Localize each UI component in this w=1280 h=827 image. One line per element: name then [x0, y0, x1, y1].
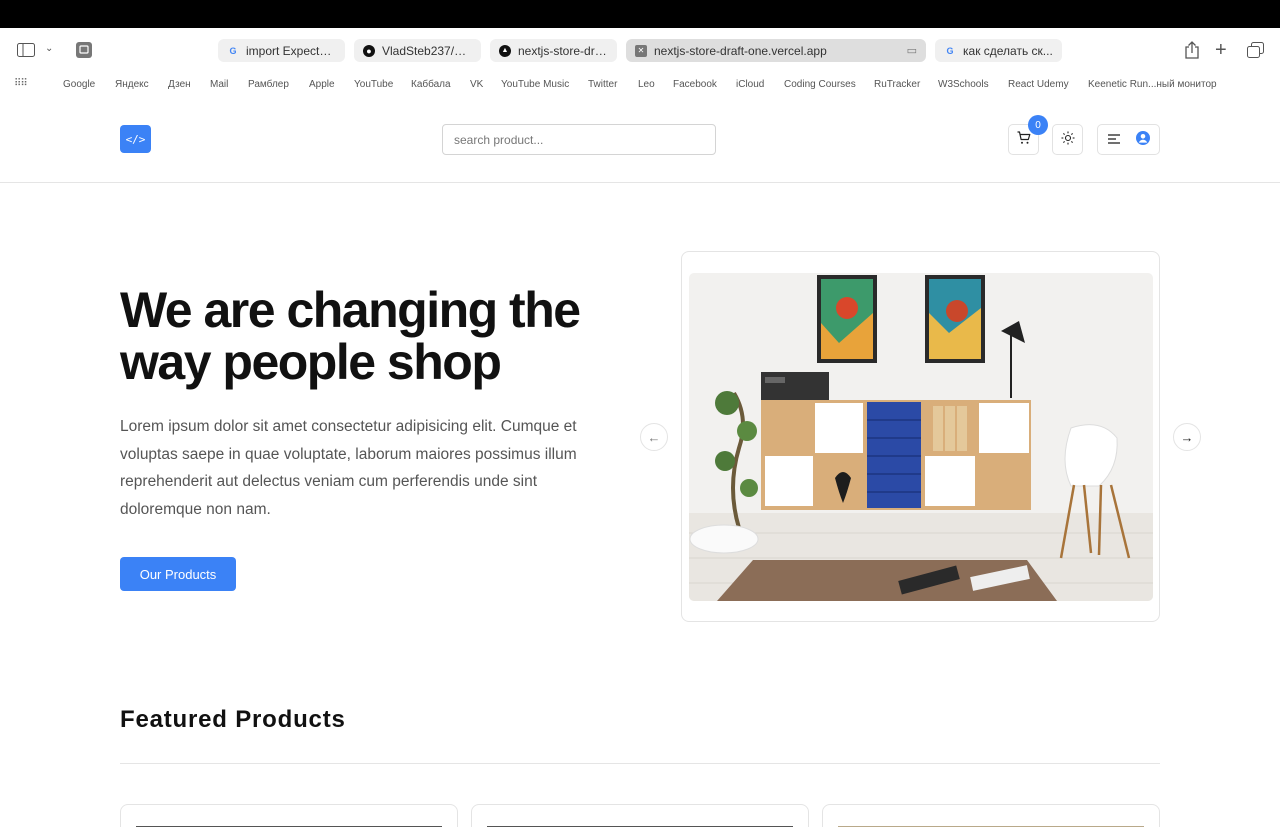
carousel-next-button[interactable]: →: [1173, 423, 1201, 451]
browser-tab[interactable]: G import Expecte...: [218, 39, 345, 62]
bookmark-item[interactable]: RuTracker: [874, 79, 920, 90]
share-icon[interactable]: [1185, 41, 1199, 61]
close-icon[interactable]: ✕: [635, 44, 647, 57]
bookmark-item[interactable]: YouTube Music: [501, 79, 569, 90]
arrow-left-icon: ←: [647, 429, 661, 445]
google-icon: G: [946, 45, 954, 56]
site-navbar: </> 0: [0, 96, 1280, 183]
user-avatar-icon: [1135, 131, 1150, 148]
bookmark-item[interactable]: Leo: [638, 79, 655, 90]
bookmark-item[interactable]: iCloud: [736, 79, 764, 90]
cart-icon: [1017, 131, 1031, 148]
chevron-down-icon[interactable]: ⌄: [45, 44, 53, 54]
product-card[interactable]: [471, 804, 809, 827]
bookmark-item[interactable]: Яндекс: [115, 79, 149, 90]
bookmark-item[interactable]: Mail: [210, 79, 228, 90]
tab-title: nextjs-store-dra...: [518, 43, 608, 58]
bookmarks-bar: ⠿⠿ Google Яндекс Дзен Mail Рамблер Apple…: [0, 72, 1280, 96]
arrow-right-icon: →: [1180, 429, 1194, 445]
bookmark-item[interactable]: Рамблер: [248, 79, 289, 90]
tab-overview-icon[interactable]: [1247, 42, 1264, 60]
bookmark-item[interactable]: YouTube: [354, 79, 393, 90]
product-card[interactable]: [822, 804, 1160, 827]
hero-title: We are changing the way people shop: [120, 282, 581, 390]
tab-title: nextjs-store-draft-one.vercel.app: [654, 43, 827, 58]
bookmark-item[interactable]: Twitter: [588, 79, 617, 90]
bookmark-item[interactable]: Keenetic Run...ный монитор: [1088, 79, 1217, 90]
sidebar-toggle-icon[interactable]: [17, 43, 35, 59]
bookmark-item[interactable]: W3Schools: [938, 79, 989, 90]
tab-group-icon[interactable]: [76, 42, 92, 60]
menu-icon: [1107, 132, 1120, 147]
reader-view-icon[interactable]: ▭: [907, 44, 917, 57]
browser-tab[interactable]: G как сделать ск...: [935, 39, 1062, 62]
google-icon: G: [229, 45, 237, 56]
cart-count-badge: 0: [1028, 115, 1048, 135]
bookmark-item[interactable]: Coding Courses: [784, 79, 856, 90]
screen-top-bar: [0, 0, 1280, 28]
browser-tab-active[interactable]: ✕ nextjs-store-draft-one.vercel.app ▭: [626, 39, 926, 62]
browser-tab[interactable]: ● VladSteb237/co...: [354, 39, 481, 62]
bookmark-item[interactable]: Google: [63, 79, 95, 90]
tab-title: VladSteb237/co...: [382, 43, 472, 58]
sun-icon: [1061, 131, 1075, 148]
hero-carousel: [681, 251, 1160, 622]
tab-title: import Expecte...: [246, 43, 336, 58]
grid-icon[interactable]: ⠿⠿: [14, 78, 28, 89]
bookmark-item[interactable]: Дзен: [168, 79, 191, 90]
hero-image: [689, 273, 1153, 601]
product-card[interactable]: [120, 804, 458, 827]
browser-toolbar: ⌄ G import Expecte... ● VladSteb237/co..…: [0, 28, 1280, 72]
logo-button[interactable]: </>: [120, 125, 151, 153]
bookmark-item[interactable]: Facebook: [673, 79, 717, 90]
search-input[interactable]: [442, 124, 716, 155]
our-products-button[interactable]: Our Products: [120, 557, 236, 591]
new-tab-icon[interactable]: +: [1215, 40, 1227, 60]
hero-description: Lorem ipsum dolor sit amet consectetur a…: [120, 418, 577, 518]
theme-toggle-button[interactable]: [1052, 124, 1083, 155]
github-icon: ●: [363, 44, 375, 57]
vercel-icon: ▲: [499, 44, 511, 57]
section-divider: [120, 763, 1160, 764]
carousel-prev-button[interactable]: ←: [640, 423, 668, 451]
bookmark-item[interactable]: Каббала: [411, 79, 451, 90]
user-menu-button[interactable]: [1097, 124, 1160, 155]
bookmark-item[interactable]: VK: [470, 79, 483, 90]
tab-title: как сделать ск...: [963, 43, 1053, 58]
browser-tab[interactable]: ▲ nextjs-store-dra...: [490, 39, 617, 62]
featured-products-title: Featured Products: [120, 706, 346, 733]
bookmark-item[interactable]: Apple: [309, 79, 335, 90]
bookmark-item[interactable]: React Udemy: [1008, 79, 1069, 90]
